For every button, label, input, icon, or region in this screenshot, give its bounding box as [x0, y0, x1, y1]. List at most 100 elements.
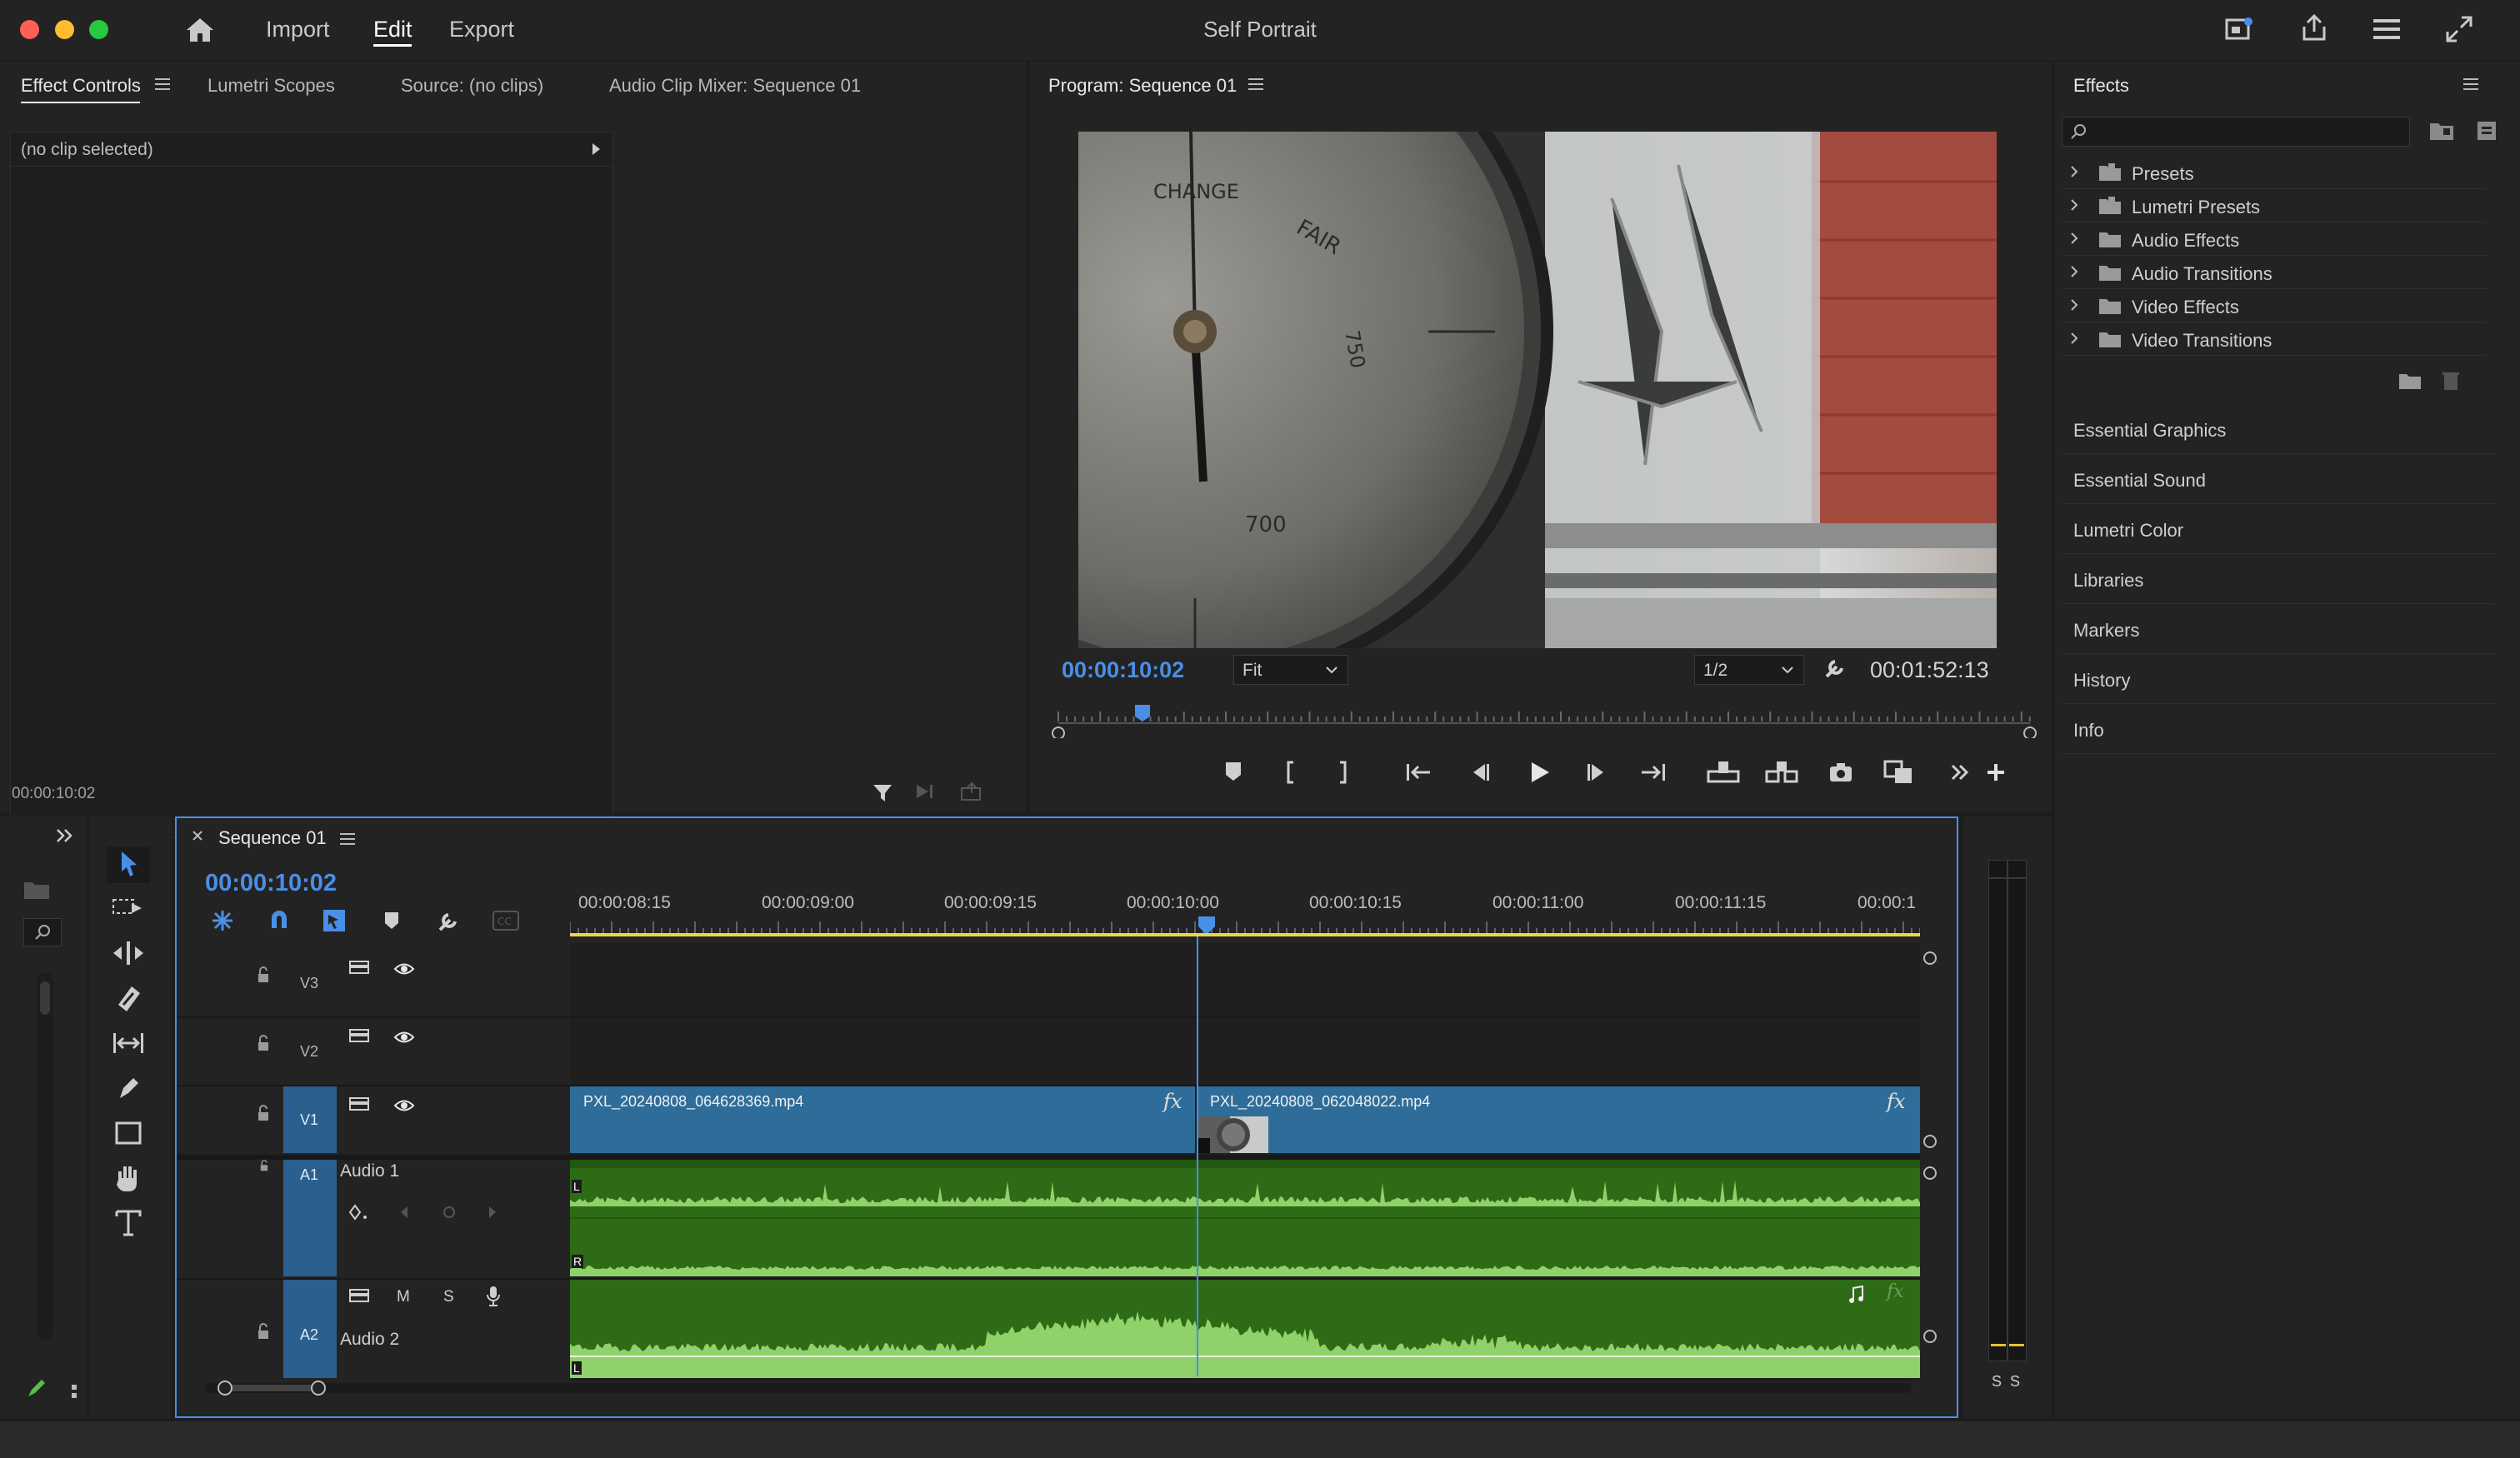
- expand-arrow-icon[interactable]: [591, 142, 601, 156]
- nest-sequence-icon[interactable]: [210, 908, 235, 933]
- eye-icon[interactable]: [393, 1030, 415, 1045]
- microphone-icon[interactable]: [485, 1285, 502, 1308]
- go-to-in-icon[interactable]: [1405, 761, 1432, 783]
- sync-lock-icon[interactable]: [348, 1288, 370, 1306]
- hand-tool[interactable]: [107, 1160, 150, 1196]
- effects-folder-audio-transitions[interactable]: Audio Transitions: [2062, 257, 2487, 289]
- program-scrubber[interactable]: [1050, 702, 2042, 738]
- eye-icon[interactable]: [393, 1098, 415, 1113]
- tab-source[interactable]: Source: (no clips): [401, 75, 543, 97]
- linked-selection-icon[interactable]: [322, 908, 347, 933]
- selection-tool[interactable]: [107, 846, 150, 883]
- pencil-icon[interactable]: [25, 1376, 48, 1400]
- nav-import[interactable]: Import: [266, 17, 330, 42]
- section-lumetri-color[interactable]: Lumetri Color: [2062, 505, 2495, 554]
- chevron-right-icon[interactable]: [2068, 164, 2080, 179]
- audio-zoom-handle-top[interactable]: [1922, 1165, 1938, 1181]
- track-target-a1[interactable]: A1: [283, 1160, 337, 1276]
- track-name-a1[interactable]: Audio 1: [340, 1161, 399, 1181]
- section-history[interactable]: History: [2062, 655, 2495, 704]
- wrench-settings-icon[interactable]: [1823, 655, 1848, 680]
- slip-tool[interactable]: [107, 1025, 150, 1061]
- effects-folder-video-transitions[interactable]: Video Transitions: [2062, 323, 2487, 356]
- new-bin-icon[interactable]: [2398, 372, 2422, 390]
- new-custom-bin-icon[interactable]: [2428, 118, 2455, 142]
- program-menu-icon[interactable]: [1248, 77, 1265, 92]
- playhead-line[interactable]: [1197, 935, 1198, 1376]
- video-clip-1[interactable]: PXL_20240808_064628369.mp4 fx: [570, 1086, 1195, 1153]
- sync-lock-icon[interactable]: [348, 1096, 370, 1115]
- mark-out-icon[interactable]: [1335, 760, 1352, 785]
- add-marker-icon[interactable]: [1223, 760, 1243, 783]
- effects-folder-video-effects[interactable]: Video Effects: [2062, 290, 2487, 322]
- keyframe-toggle-icon[interactable]: [348, 1203, 370, 1221]
- fullscreen-icon[interactable]: [2445, 15, 2473, 43]
- bin-folder-icon[interactable]: [23, 880, 50, 900]
- section-essential-graphics[interactable]: Essential Graphics: [2062, 405, 2495, 454]
- button-editor-icon[interactable]: [1985, 761, 2007, 783]
- timeline-horizontal-scrollbar[interactable]: [197, 1378, 1920, 1398]
- track-name-a2[interactable]: Audio 2: [340, 1330, 399, 1350]
- extract-icon[interactable]: [1765, 760, 1798, 783]
- effects-menu-icon[interactable]: [2463, 77, 2480, 92]
- sync-lock-icon[interactable]: [348, 960, 370, 978]
- export-frame-icon[interactable]: [1828, 761, 1853, 783]
- lock-icon[interactable]: [257, 966, 270, 983]
- audio-zoom-handle-bottom[interactable]: [1922, 1328, 1938, 1345]
- step-back-icon[interactable]: [1468, 761, 1492, 783]
- audio-clip-a2[interactable]: L fx: [570, 1280, 1920, 1378]
- nav-edit[interactable]: Edit: [373, 17, 412, 42]
- project-scrollbar[interactable]: [37, 973, 53, 1340]
- lock-icon[interactable]: [258, 1160, 270, 1171]
- project-search-icon[interactable]: [23, 918, 62, 946]
- solo-left-button[interactable]: S: [1992, 1373, 2002, 1391]
- effects-search-field[interactable]: [2092, 119, 2404, 144]
- sync-lock-icon[interactable]: [348, 1028, 370, 1046]
- close-sequence-icon[interactable]: [192, 830, 203, 841]
- pen-tool[interactable]: [107, 1070, 150, 1106]
- close-window-button[interactable]: [20, 20, 39, 39]
- section-markers[interactable]: Markers: [2062, 605, 2495, 654]
- vertical-zoom-handle-bottom[interactable]: [1922, 1133, 1938, 1150]
- tab-lumetri-scopes[interactable]: Lumetri Scopes: [208, 75, 335, 97]
- playback-resolution-select[interactable]: 1/2: [1694, 655, 1804, 685]
- lock-icon[interactable]: [257, 1323, 270, 1340]
- solo-right-button[interactable]: S: [2010, 1373, 2020, 1391]
- chevron-right-icon[interactable]: [2068, 231, 2080, 246]
- chevron-right-icon[interactable]: [2068, 297, 2080, 312]
- go-to-out-icon[interactable]: [1640, 761, 1667, 783]
- program-current-timecode[interactable]: 00:00:10:02: [1062, 657, 1184, 683]
- timeline-timecode[interactable]: 00:00:10:02: [205, 870, 337, 897]
- track-target-a2[interactable]: A2: [283, 1280, 337, 1378]
- chevron-right-icon[interactable]: [2068, 264, 2080, 279]
- lock-icon[interactable]: [257, 1105, 270, 1121]
- drag-handle[interactable]: [72, 1383, 78, 1400]
- tab-effect-controls[interactable]: Effect Controls: [21, 75, 141, 97]
- video-clip-2[interactable]: PXL_20240808_062048022.mp4 fx: [1197, 1086, 1920, 1153]
- quick-export-icon[interactable]: [2225, 17, 2253, 42]
- sequence-menu-icon[interactable]: [340, 831, 357, 846]
- share-icon[interactable]: [2300, 13, 2328, 42]
- audio-clip-a1[interactable]: L R: [570, 1160, 1920, 1276]
- workspaces-icon[interactable]: [2372, 17, 2402, 42]
- zoom-window-button[interactable]: [89, 20, 108, 39]
- mark-in-icon[interactable]: [1282, 760, 1298, 785]
- effects-folder-audio-effects[interactable]: Audio Effects: [2062, 223, 2487, 256]
- timeline-settings-wrench-icon[interactable]: [437, 908, 462, 933]
- eye-icon[interactable]: [393, 961, 415, 976]
- nav-export[interactable]: Export: [449, 17, 514, 42]
- chevron-right-icon[interactable]: [2068, 331, 2080, 346]
- fx-badge[interactable]: fx: [1887, 1281, 1904, 1302]
- fx-badge[interactable]: fx: [1163, 1090, 1182, 1113]
- ripple-edit-tool[interactable]: [107, 935, 150, 971]
- vertical-zoom-handle-top[interactable]: [1922, 950, 1938, 966]
- solo-button[interactable]: S: [443, 1288, 454, 1306]
- lock-icon[interactable]: [257, 1035, 270, 1051]
- expand-panel-icon[interactable]: [55, 826, 75, 845]
- fx-badge[interactable]: fx: [1887, 1090, 1905, 1113]
- lift-icon[interactable]: [1707, 760, 1740, 783]
- type-tool[interactable]: [107, 1205, 150, 1241]
- chevron-right-icon[interactable]: [2068, 197, 2080, 212]
- minimize-window-button[interactable]: [55, 20, 74, 39]
- new-preset-bin-icon[interactable]: [2475, 118, 2498, 142]
